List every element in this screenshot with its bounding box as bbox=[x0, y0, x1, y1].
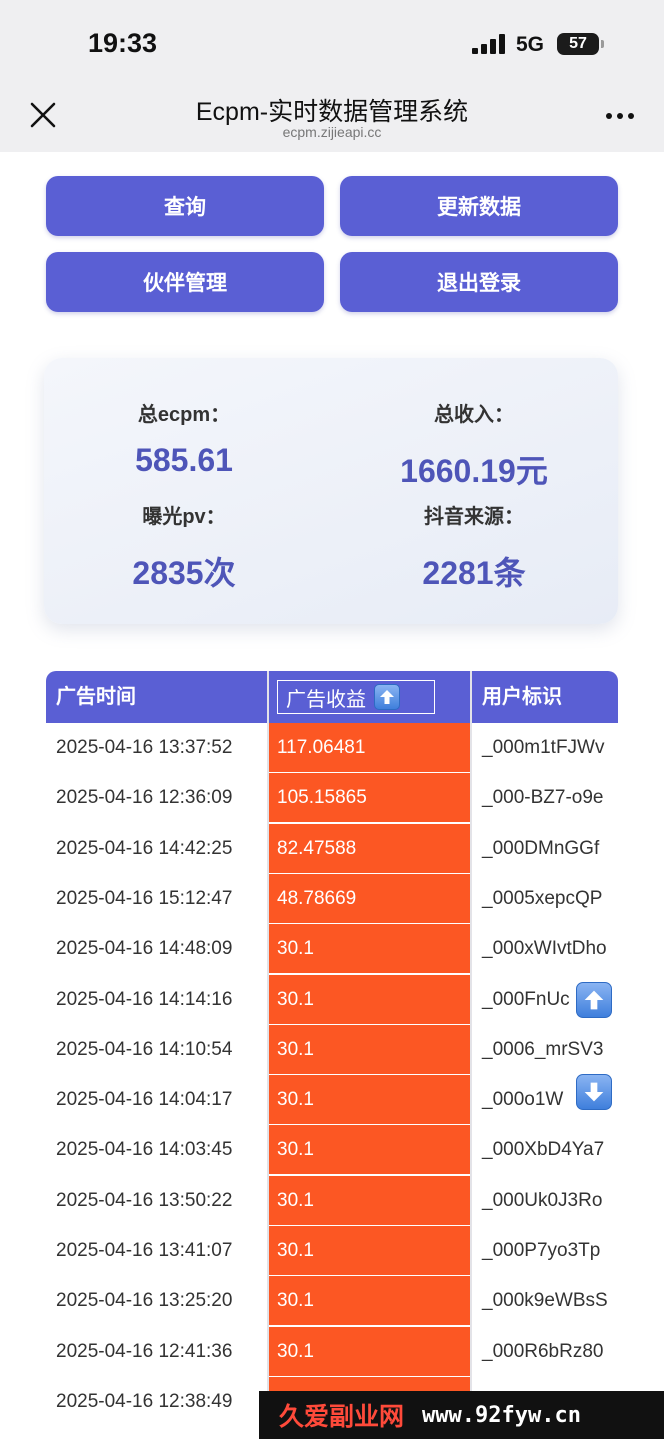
pv-value: 2835次 bbox=[132, 555, 236, 591]
cell-ad-revenue: 117.06481 bbox=[268, 723, 470, 772]
cell-ad-time: 2025-04-16 13:41:07 bbox=[46, 1226, 267, 1275]
scroll-bottom-button[interactable] bbox=[576, 1074, 612, 1110]
cell-user-id: _000DMnGGf bbox=[472, 823, 618, 873]
cell-ad-revenue: 30.1 bbox=[268, 924, 470, 974]
cell-ad-revenue: 30.1 bbox=[268, 1024, 470, 1074]
arrow-up-icon bbox=[584, 990, 604, 1010]
table-row[interactable]: 2025-04-16 13:25:20 30.1 _000k9eWBsS bbox=[46, 1276, 618, 1326]
cell-ad-time: 2025-04-16 12:36:09 bbox=[46, 773, 267, 823]
cell-ad-time: 2025-04-16 14:42:25 bbox=[46, 823, 267, 873]
cell-user-id: _000k9eWBsS bbox=[472, 1276, 618, 1326]
cell-ad-revenue: 30.1 bbox=[268, 1125, 470, 1175]
table-row[interactable]: 2025-04-16 13:41:07 30.1 _000P7yo3Tp bbox=[46, 1226, 618, 1275]
cell-ad-revenue: 30.1 bbox=[268, 1326, 470, 1376]
ad-revenue-table[interactable]: 广告时间 广告收益 用户标识 2025-04-16 13:37:52 117.06… bbox=[46, 671, 618, 1439]
table-row[interactable]: 2025-04-16 14:03:45 30.1 _000XbD4Ya7 bbox=[46, 1125, 618, 1175]
status-time: 19:33 bbox=[88, 28, 158, 58]
cell-ad-time: 2025-04-16 14:04:17 bbox=[46, 1075, 267, 1125]
table-row[interactable]: 2025-04-16 14:04:17 30.1 _000o1W bbox=[46, 1075, 618, 1125]
cell-user-id: _000Uk0J3Ro bbox=[472, 1175, 618, 1225]
pv-label: 曝光pv： bbox=[142, 506, 226, 528]
table-row[interactable]: 2025-04-16 15:12:47 48.78669 _0005xepcQP bbox=[46, 873, 618, 923]
cell-user-id: _0006_mrSV3 bbox=[472, 1024, 618, 1074]
more-icon[interactable] bbox=[600, 108, 640, 124]
watermark-brand: 久爱副业网 bbox=[279, 1403, 405, 1431]
network-type: 5G bbox=[516, 33, 545, 56]
cell-user-id: _000-BZ7-o9e bbox=[472, 773, 618, 823]
header-ad-revenue-sort[interactable]: 广告收益 bbox=[277, 680, 435, 714]
cell-ad-time: 2025-04-16 12:41:36 bbox=[46, 1326, 267, 1376]
total-ecpm-label: 总ecpm： bbox=[137, 404, 231, 426]
battery-icon: 57 bbox=[557, 33, 604, 55]
table-row[interactable]: 2025-04-16 14:48:09 30.1 _000xWIvtDho bbox=[46, 924, 618, 974]
cell-ad-time: 2025-04-16 14:03:45 bbox=[46, 1125, 267, 1175]
column-divider bbox=[470, 671, 472, 1439]
arrow-up-icon bbox=[374, 684, 400, 710]
cell-ad-revenue: 30.1 bbox=[268, 1075, 470, 1125]
cell-ad-time: 2025-04-16 13:25:20 bbox=[46, 1276, 267, 1326]
watermark-url: www.92fyw.cn bbox=[422, 1402, 581, 1428]
douyin-source-label: 抖音来源： bbox=[424, 506, 524, 528]
cell-ad-time: 2025-04-16 14:48:09 bbox=[46, 924, 267, 974]
table-row[interactable]: 2025-04-16 12:36:09 105.15865 _000-BZ7-o9e bbox=[46, 773, 618, 823]
stats-card: 总ecpm： 585.61 总收入： 1660.19元 曝光pv： 2835次 … bbox=[44, 358, 618, 624]
cell-ad-revenue: 48.78669 bbox=[268, 873, 470, 923]
partner-management-button[interactable]: 伙伴管理 bbox=[46, 252, 324, 312]
cell-user-id: _000XbD4Ya7 bbox=[472, 1125, 618, 1175]
table-row[interactable]: 2025-04-16 13:50:22 30.1 _000Uk0J3Ro bbox=[46, 1175, 618, 1225]
total-income-value: 1660.19元 bbox=[400, 453, 548, 489]
cell-ad-time: 2025-04-16 12:38:49 bbox=[46, 1376, 267, 1426]
cell-ad-time: 2025-04-16 15:12:47 bbox=[46, 873, 267, 923]
cell-ad-revenue: 105.15865 bbox=[268, 773, 470, 823]
total-ecpm-value: 585.61 bbox=[135, 442, 233, 478]
cell-user-id: _000xWIvtDho bbox=[472, 924, 618, 974]
query-button[interactable]: 查询 bbox=[46, 176, 324, 236]
table-row[interactable]: 2025-04-16 14:14:16 30.1 _000FnUc bbox=[46, 974, 618, 1024]
cell-user-id: _0005xepcQP bbox=[472, 873, 618, 923]
header-ad-time[interactable]: 广告时间 bbox=[46, 671, 266, 723]
cell-ad-time: 2025-04-16 13:50:22 bbox=[46, 1175, 267, 1225]
cell-ad-revenue: 82.47588 bbox=[268, 823, 470, 873]
cell-ad-time: 2025-04-16 14:10:54 bbox=[46, 1024, 267, 1074]
cell-ad-time: 2025-04-16 13:37:52 bbox=[46, 723, 267, 772]
column-divider bbox=[267, 671, 269, 1439]
signal-icon bbox=[472, 34, 506, 54]
table-row[interactable]: 2025-04-16 14:10:54 30.1 _0006_mrSV3 bbox=[46, 1024, 618, 1074]
total-income-label: 总收入： bbox=[434, 404, 514, 426]
table-header: 广告时间 广告收益 用户标识 bbox=[46, 671, 618, 723]
header-user-id[interactable]: 用户标识 bbox=[472, 671, 618, 723]
table-row[interactable]: 2025-04-16 13:37:52 117.06481 _000m1tFJWv bbox=[46, 723, 618, 772]
watermark: 久爱副业网 www.92fyw.cn bbox=[259, 1391, 664, 1439]
cell-user-id: _000m1tFJWv bbox=[472, 723, 618, 772]
arrow-down-icon bbox=[584, 1082, 604, 1102]
table-row[interactable]: 2025-04-16 14:42:25 82.47588 _000DMnGGf bbox=[46, 823, 618, 873]
cell-ad-revenue: 30.1 bbox=[268, 1226, 470, 1275]
header-ad-revenue: 广告收益 bbox=[286, 688, 366, 711]
cell-ad-revenue: 30.1 bbox=[268, 1276, 470, 1326]
browser-header: 19:33 5G 57 Ecpm-实时数据管理系统 ecpm.zijieapi.… bbox=[0, 0, 664, 152]
cell-user-id: _000P7yo3Tp bbox=[472, 1226, 618, 1275]
scroll-top-button[interactable] bbox=[576, 982, 612, 1018]
cell-ad-time: 2025-04-16 14:14:16 bbox=[46, 974, 267, 1024]
cell-user-id: _000R6bRz80 bbox=[472, 1326, 618, 1376]
page-url: ecpm.zijieapi.cc bbox=[282, 124, 382, 140]
page-title: Ecpm-实时数据管理系统 bbox=[195, 98, 469, 126]
cell-ad-revenue: 30.1 bbox=[268, 1175, 470, 1225]
table-row[interactable]: 2025-04-16 12:41:36 30.1 _000R6bRz80 bbox=[46, 1326, 618, 1376]
update-data-button[interactable]: 更新数据 bbox=[340, 176, 618, 236]
logout-button[interactable]: 退出登录 bbox=[340, 252, 618, 312]
cell-ad-revenue: 30.1 bbox=[268, 974, 470, 1024]
douyin-source-value: 2281条 bbox=[422, 555, 526, 591]
